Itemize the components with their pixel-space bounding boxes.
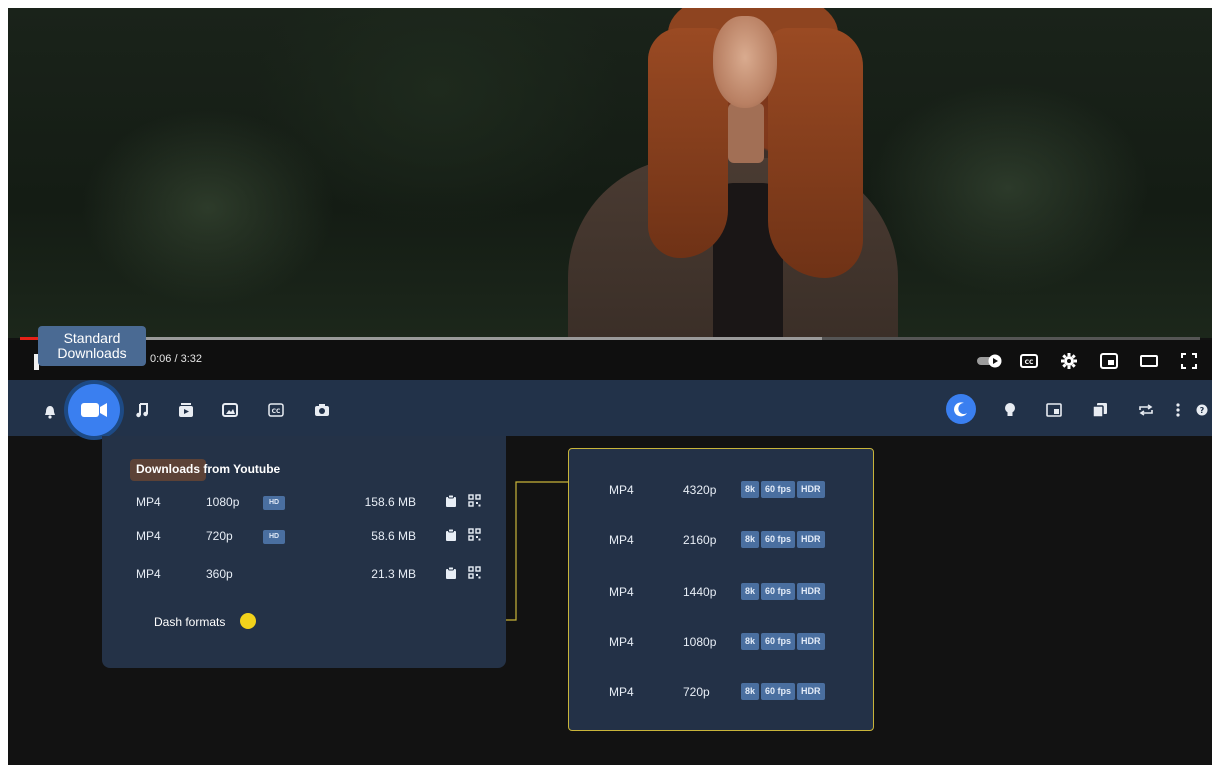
video-subject-neck <box>728 103 764 163</box>
dash-tags: 8k 60 fps HDR <box>741 683 825 700</box>
dash-format: MP4 <box>609 533 634 547</box>
hd-badge: HD <box>263 530 285 544</box>
subtitles-icon[interactable]: CC <box>266 400 286 420</box>
playlist-icon[interactable] <box>176 400 196 420</box>
download-size: 158.6 MB <box>364 495 416 509</box>
hdr-tag: HDR <box>797 531 825 548</box>
qr-code-icon[interactable] <box>468 494 481 510</box>
dash-formats-panel: MP4 4320p 8k 60 fps HDR MP4 2160p 8k 60 … <box>568 448 874 731</box>
image-icon[interactable] <box>220 400 240 420</box>
theater-mode-icon[interactable] <box>1136 348 1162 374</box>
bell-icon[interactable] <box>40 402 60 422</box>
clipboard-icon[interactable] <box>445 528 457 545</box>
video-download-icon <box>68 384 120 436</box>
moon-icon[interactable] <box>946 394 976 424</box>
hdr-tag: HDR <box>797 583 825 600</box>
settings-gear-icon[interactable] <box>1056 348 1082 374</box>
standard-downloads-button[interactable] <box>64 380 124 440</box>
video-frame[interactable] <box>8 8 1212 338</box>
dash-resolution: 4320p <box>683 483 717 497</box>
hd-badge: HD <box>263 496 285 510</box>
dash-resolution: 2160p <box>683 533 717 547</box>
video-subject-hair-right <box>768 28 863 278</box>
clipboard-icon[interactable] <box>445 566 457 583</box>
autoplay-toggle-icon[interactable] <box>976 348 1002 374</box>
download-format: MP4 <box>136 495 161 509</box>
dash-formats-dot[interactable] <box>240 613 256 629</box>
download-row[interactable]: MP4 720p HD 58.6 MB <box>102 526 506 546</box>
dash-format: MP4 <box>609 685 634 699</box>
quality-tag: 8k <box>741 683 760 700</box>
captions-icon[interactable]: CC <box>1016 348 1042 374</box>
dash-row[interactable]: MP4 2160p 8k 60 fps HDR <box>569 529 875 551</box>
fps-tag: 60 fps <box>761 531 796 548</box>
download-resolution: 360p <box>206 567 233 581</box>
svg-text:CC: CC <box>1025 359 1034 366</box>
fps-tag: 60 fps <box>761 583 796 600</box>
camera-icon[interactable] <box>312 400 332 420</box>
quality-tag: 8k <box>741 481 760 498</box>
svg-text:CC: CC <box>272 408 281 415</box>
standard-downloads-tooltip: Standard Downloads <box>38 326 146 366</box>
time-display: 0:06 / 3:32 <box>150 353 202 365</box>
clipboard-icon[interactable] <box>445 494 457 511</box>
dash-resolution: 1080p <box>683 635 717 649</box>
quality-tag: 8k <box>741 633 760 650</box>
dash-row[interactable]: MP4 1080p 8k 60 fps HDR <box>569 631 875 653</box>
repeat-icon[interactable] <box>1136 400 1156 420</box>
qr-code-icon[interactable] <box>468 566 481 582</box>
video-subject-face <box>713 16 777 108</box>
download-format: MP4 <box>136 529 161 543</box>
download-resolution: 1080p <box>206 495 240 509</box>
dash-format: MP4 <box>609 483 634 497</box>
download-size: 21.3 MB <box>371 567 416 581</box>
download-row[interactable]: MP4 1080p HD 158.6 MB <box>102 492 506 512</box>
fullscreen-icon[interactable] <box>1176 348 1202 374</box>
dash-tags: 8k 60 fps HDR <box>741 481 825 498</box>
panel-title: Downloads from Youtube <box>136 462 281 476</box>
hdr-tag: HDR <box>797 481 825 498</box>
dash-format: MP4 <box>609 585 634 599</box>
dash-row[interactable]: MP4 1440p 8k 60 fps HDR <box>569 581 875 603</box>
qr-code-icon[interactable] <box>468 528 481 544</box>
download-format: MP4 <box>136 567 161 581</box>
player-right-controls: CC <box>976 348 1202 374</box>
download-size: 58.6 MB <box>371 529 416 543</box>
dash-formats-label[interactable]: Dash formats <box>154 615 225 629</box>
fps-tag: 60 fps <box>761 481 796 498</box>
help-icon[interactable]: ? <box>1192 400 1212 420</box>
music-icon[interactable] <box>132 400 152 420</box>
dash-format: MP4 <box>609 635 634 649</box>
download-row[interactable]: MP4 360p 21.3 MB <box>102 564 506 584</box>
dash-resolution: 1440p <box>683 585 717 599</box>
dash-row[interactable]: MP4 4320p 8k 60 fps HDR <box>569 479 875 501</box>
hdr-tag: HDR <box>797 633 825 650</box>
lightbulb-icon[interactable] <box>1000 400 1020 420</box>
fps-tag: 60 fps <box>761 633 796 650</box>
pip-icon[interactable] <box>1044 400 1064 420</box>
downloads-panel: Downloads from Youtube MP4 1080p HD 158.… <box>102 436 506 668</box>
hdr-tag: HDR <box>797 683 825 700</box>
dash-tags: 8k 60 fps HDR <box>741 583 825 600</box>
download-resolution: 720p <box>206 529 233 543</box>
quality-tag: 8k <box>741 531 760 548</box>
stage: 0:06 / 3:32 Standard Downloads CC CC ? D… <box>8 8 1212 765</box>
miniplayer-icon[interactable] <box>1096 348 1122 374</box>
dash-tags: 8k 60 fps HDR <box>741 531 825 548</box>
svg-text:?: ? <box>1200 406 1205 415</box>
copy-icon[interactable] <box>1090 400 1110 420</box>
dash-tags: 8k 60 fps HDR <box>741 633 825 650</box>
quality-tag: 8k <box>741 583 760 600</box>
more-icon[interactable] <box>1168 400 1188 420</box>
dash-row[interactable]: MP4 720p 8k 60 fps HDR <box>569 681 875 703</box>
dash-resolution: 720p <box>683 685 710 699</box>
fps-tag: 60 fps <box>761 683 796 700</box>
